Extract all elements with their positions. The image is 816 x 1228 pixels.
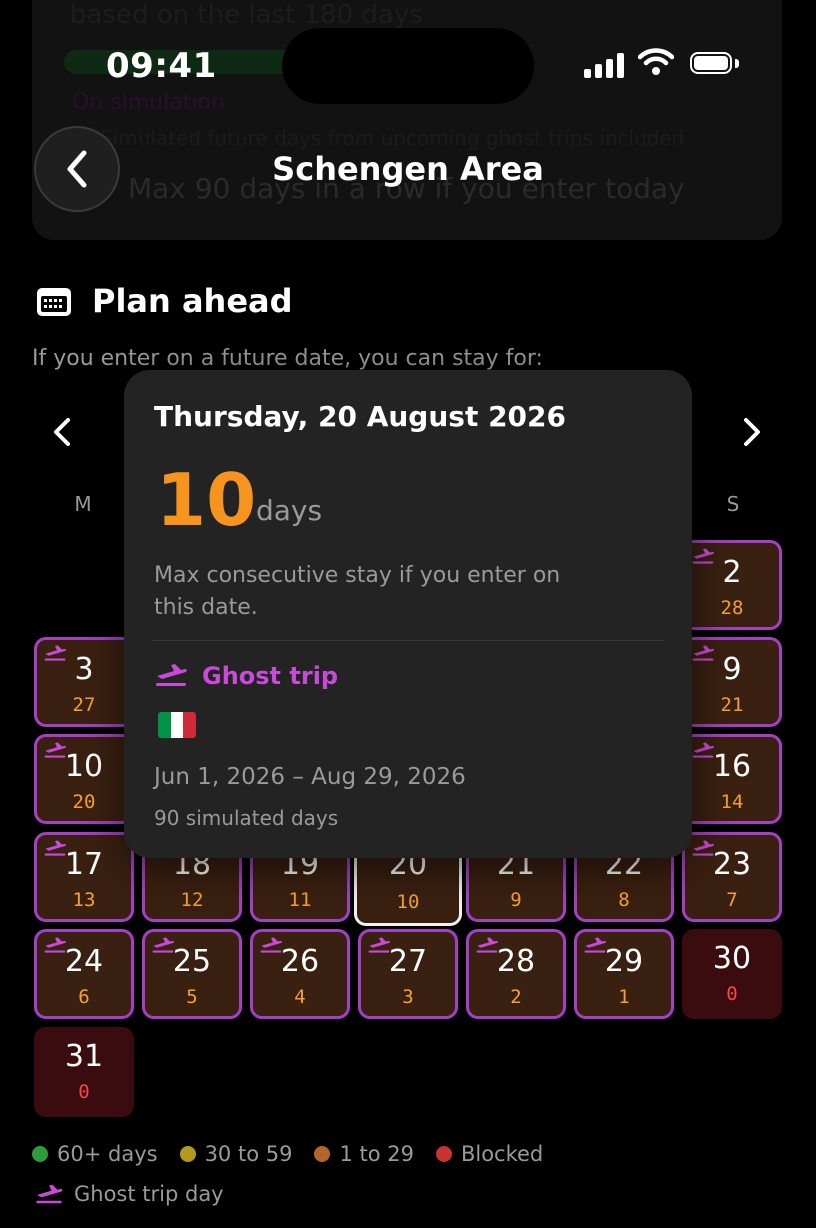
calendar-day[interactable]: 24 6 (34, 929, 134, 1019)
background-note: Simulated future days from upcoming ghos… (100, 126, 685, 150)
calendar-day[interactable]: 23 7 (682, 832, 782, 922)
popover-date: Thursday, 20 August 2026 (154, 400, 567, 433)
calendar-day[interactable]: 17 13 (34, 832, 134, 922)
popover-description: Max consecutive stay if you enter on thi… (154, 563, 561, 620)
section-title: Plan ahead (92, 282, 293, 320)
cellular-signal-icon (584, 52, 626, 78)
day-number: 2 (722, 555, 742, 590)
legend-ghost-label: Ghost trip day (74, 1182, 224, 1206)
days-available: 6 (78, 986, 90, 1008)
day-number: 23 (712, 847, 752, 882)
day-number: 31 (64, 1039, 104, 1074)
background-ghost-text: On simulation (72, 90, 225, 115)
day-number: 16 (712, 749, 752, 784)
calendar-day[interactable]: 2 28 (682, 540, 782, 630)
legend: 60+ days 30 to 59 1 to 29 Blocked (32, 1142, 565, 1166)
day-number: 24 (64, 944, 104, 979)
days-available: 4 (294, 986, 306, 1008)
green-dot-icon (32, 1146, 48, 1162)
ghost-trip-icon (34, 1183, 64, 1205)
days-available: 2 (510, 986, 522, 1008)
day-number: 29 (604, 944, 644, 979)
ghost-trip-icon (154, 662, 188, 692)
calendar-day[interactable]: 26 4 (250, 929, 350, 1019)
legend-item: Blocked (435, 1142, 543, 1166)
page-title: Schengen Area (272, 150, 544, 188)
max-stay-unit: days (256, 494, 323, 527)
weekday-sunday: S (726, 492, 740, 516)
days-available: 13 (72, 889, 96, 911)
legend-item: 30 to 59 (179, 1142, 292, 1166)
calendar-day[interactable]: 28 2 (466, 929, 566, 1019)
italy-flag-icon (158, 712, 196, 738)
days-available: 12 (180, 889, 204, 911)
days-available: 9 (510, 889, 522, 911)
chevron-right-icon (744, 418, 760, 446)
ghost-trip-label: Ghost trip (202, 662, 339, 690)
day-number: 30 (712, 941, 752, 976)
max-stay-value: 10 (156, 458, 257, 542)
days-available: 3 (402, 986, 414, 1008)
calendar-day[interactable]: 10 20 (34, 734, 134, 824)
days-available: 21 (720, 694, 744, 716)
day-number: 26 (280, 944, 320, 979)
days-available: 20 (72, 791, 96, 813)
wifi-icon (637, 48, 675, 80)
day-detail-popover[interactable]: Thursday, 20 August 2026 10 days Max con… (124, 370, 692, 858)
calendar-day[interactable]: 9 21 (682, 637, 782, 727)
dynamic-island (282, 28, 534, 104)
calendar-day[interactable]: 3 27 (34, 637, 134, 727)
next-month-button[interactable] (738, 412, 768, 456)
days-available: 11 (288, 889, 312, 911)
day-number: 25 (172, 944, 212, 979)
battery-icon (690, 52, 740, 78)
divider (152, 640, 664, 641)
days-available: 0 (78, 1081, 90, 1103)
calendar-day[interactable]: 27 3 (358, 929, 458, 1019)
day-number: 10 (64, 749, 104, 784)
calendar-day[interactable]: 25 5 (142, 929, 242, 1019)
orange-dot-icon (314, 1146, 331, 1162)
trip-date-range: Jun 1, 2026 – Aug 29, 2026 (154, 764, 466, 790)
legend-item: 1 to 29 (314, 1142, 414, 1166)
day-number: 27 (388, 944, 428, 979)
days-available: 7 (726, 889, 738, 911)
day-number: 9 (722, 652, 742, 687)
chevron-left-icon (54, 418, 70, 446)
day-number: 3 (74, 652, 94, 687)
day-number: 17 (64, 847, 104, 882)
days-available: 5 (186, 986, 198, 1008)
calendar-day[interactable]: 29 1 (574, 929, 674, 1019)
days-available: 8 (618, 889, 630, 911)
calendar-day[interactable]: 16 14 (682, 734, 782, 824)
previous-month-button[interactable] (46, 412, 76, 456)
legend-item: 60+ days (32, 1142, 158, 1166)
days-available: 28 (720, 597, 744, 619)
calendar-day-blocked[interactable]: 31 0 (34, 1027, 134, 1117)
legend-ghost: Ghost trip day (34, 1182, 224, 1206)
days-available: 1 (618, 986, 630, 1008)
calendar-icon (36, 284, 72, 320)
days-available: 0 (726, 983, 738, 1005)
days-available: 14 (720, 791, 744, 813)
status-time: 09:41 (106, 46, 217, 86)
yellow-dot-icon (179, 1146, 196, 1162)
section-subtitle: If you enter on a future date, you can s… (32, 346, 543, 371)
weekday-monday: M (74, 492, 92, 516)
days-available: 10 (396, 891, 420, 913)
days-available: 27 (72, 694, 96, 716)
simulated-days: 90 simulated days (154, 806, 339, 830)
red-dot-icon (435, 1146, 452, 1162)
calendar-day-blocked[interactable]: 30 0 (682, 929, 782, 1019)
day-number: 28 (496, 944, 536, 979)
background-text: based on the last 180 days (70, 0, 423, 30)
